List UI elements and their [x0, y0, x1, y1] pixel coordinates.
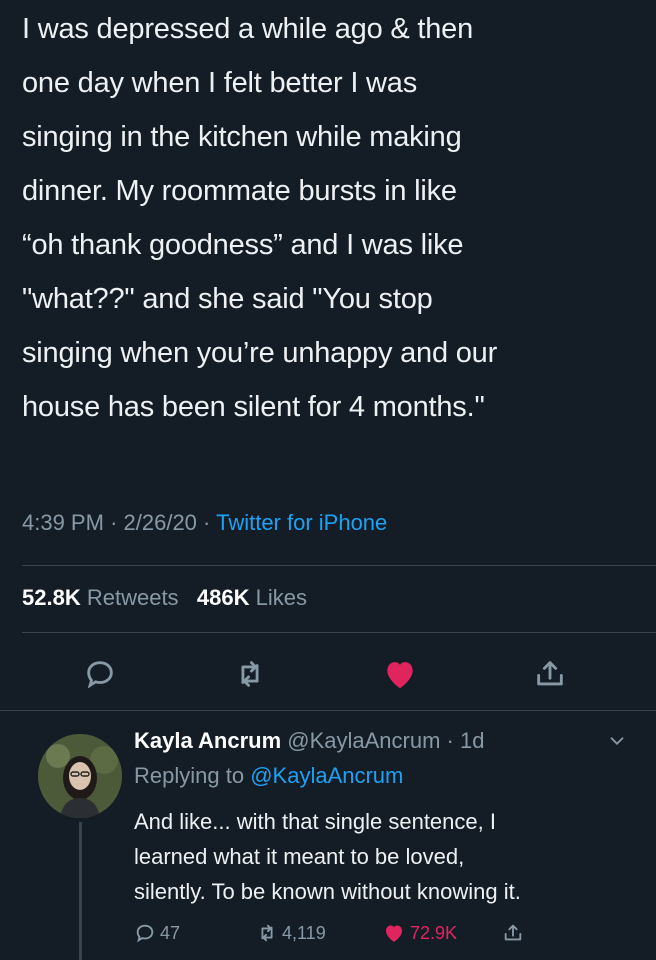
chevron-down-icon: [610, 737, 624, 746]
heart-icon: [386, 925, 402, 942]
share-icon: [504, 924, 522, 941]
thread-line: [79, 822, 82, 960]
reply-age: 1d: [459, 728, 485, 753]
reply-retweet-count: 4,119: [282, 922, 326, 943]
heart-icon: [387, 662, 413, 689]
replying-to-label: Replying to: [134, 763, 245, 788]
like-button[interactable]: [380, 654, 420, 694]
retweet-icon: [261, 924, 273, 942]
tweet-text: I was depressed a while ago & then one d…: [22, 13, 498, 423]
reply-retweet-button[interactable]: 4,119: [256, 922, 382, 944]
retweets-count: 52.8K: [22, 585, 81, 610]
avatar-portrait-icon: [38, 734, 122, 818]
likes-label: Likes: [255, 585, 307, 610]
avatar[interactable]: [38, 734, 122, 818]
replying-to-handle[interactable]: @KaylaAncrum: [250, 763, 403, 788]
reply-like-count: 72.9K: [410, 922, 458, 943]
reply-reply-button[interactable]: 47: [134, 922, 256, 944]
more-options-button[interactable]: [606, 730, 628, 757]
tweet-date: 2/26/20: [123, 510, 197, 535]
reply-share-button[interactable]: [502, 922, 524, 944]
meta-separator: ·: [440, 728, 460, 753]
replying-to: Replying to @KaylaAncrum: [134, 763, 403, 789]
reply-header: Kayla Ancrum @KaylaAncrum · 1d: [134, 728, 484, 754]
tweet-time: 4:39 PM: [22, 510, 104, 535]
tweet-source-link[interactable]: Twitter for iPhone: [216, 510, 387, 535]
reply-author-handle[interactable]: @KaylaAncrum: [287, 728, 440, 753]
retweet-button[interactable]: [230, 654, 270, 694]
reply-text: And like... with that single sentence, I…: [134, 809, 521, 904]
reply-icon: [136, 924, 154, 943]
tweet-actions: [80, 652, 570, 696]
likes-stat[interactable]: 486K Likes: [197, 585, 307, 610]
divider: [22, 632, 656, 633]
share-icon: [537, 661, 563, 686]
retweet-icon: [241, 661, 259, 687]
reply-icon: [87, 661, 113, 689]
reply-like-button[interactable]: 72.9K: [382, 921, 502, 945]
tweet-metadata: 4:39 PM · 2/26/20 · Twitter for iPhone: [22, 510, 387, 536]
tweet-stats: 52.8K Retweets 486K Likes: [22, 585, 307, 611]
divider: [22, 565, 656, 566]
reply-author-name[interactable]: Kayla Ancrum: [134, 728, 281, 753]
meta-separator: ·: [110, 510, 124, 535]
reply-button[interactable]: [80, 654, 120, 694]
reply-reply-count: 47: [160, 922, 181, 943]
reply-actions: 47 4,119 72.9K: [134, 918, 634, 948]
likes-count: 486K: [196, 585, 250, 610]
meta-separator: ·: [203, 510, 217, 535]
retweets-label: Retweets: [86, 585, 179, 610]
retweets-stat[interactable]: 52.8K Retweets: [22, 585, 179, 610]
share-button[interactable]: [530, 654, 570, 694]
